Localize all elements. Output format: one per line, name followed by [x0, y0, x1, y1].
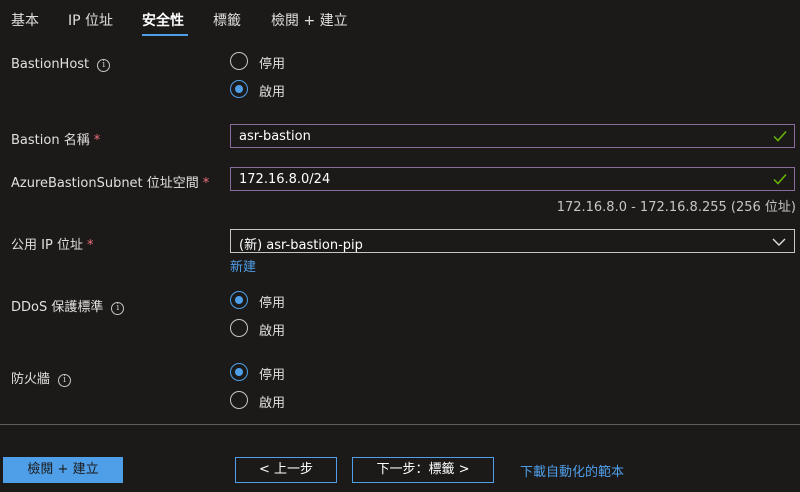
- required-mark: *: [86, 238, 94, 253]
- next-button[interactable]: 下一步：標籤 >: [352, 457, 494, 483]
- subnet-range-hint: 172.16.8.0 - 172.16.8.255 (256 位址): [556, 200, 796, 215]
- radio-label: 停用: [259, 296, 286, 311]
- info-icon[interactable]: i: [97, 59, 111, 72]
- bastion-name-input[interactable]: asr-bastion: [230, 124, 795, 148]
- bastion-name-value: asr-bastion: [239, 129, 311, 144]
- info-icon[interactable]: i: [111, 302, 125, 315]
- tab-ip-address[interactable]: IP 位址: [68, 10, 113, 30]
- ddos-label-row: DDoS 保護標準 i: [11, 296, 125, 315]
- tab-basics[interactable]: 基本: [11, 10, 39, 30]
- review-create-button[interactable]: 檢閱 + 建立: [3, 457, 123, 483]
- tab-bar: 基本 IP 位址 安全性 標籤 檢閱 + 建立: [0, 0, 800, 38]
- checkmark-icon: [773, 174, 787, 185]
- public-ip-select[interactable]: (新) asr-bastion-pip: [230, 229, 795, 253]
- required-mark: *: [202, 176, 210, 191]
- radio-label: 停用: [259, 368, 286, 383]
- bastion-name-label-row: Bastion 名稱 *: [11, 129, 100, 148]
- radio-circle: [230, 363, 248, 381]
- previous-button[interactable]: < 上一步: [235, 457, 337, 483]
- create-new-link[interactable]: 新建: [230, 256, 256, 275]
- radio-label: 啟用: [259, 396, 286, 411]
- firewall-label: 防火牆: [11, 372, 51, 387]
- radio-circle: [230, 291, 248, 309]
- bastion-host-label-row: BastionHost i: [11, 57, 111, 72]
- tab-security[interactable]: 安全性: [142, 10, 184, 30]
- bastion-subnet-value: 172.16.8.0/24: [239, 172, 331, 187]
- public-ip-label-row: 公用 IP 位址 *: [11, 234, 93, 253]
- bastion-host-label: BastionHost: [11, 57, 90, 72]
- public-ip-label: 公用 IP 位址: [11, 238, 83, 253]
- active-tab-indicator: [142, 34, 188, 36]
- radio-circle: [230, 80, 248, 98]
- radio-label: 停用: [259, 57, 286, 72]
- radio-circle: [230, 391, 248, 409]
- radio-circle: [230, 52, 248, 70]
- checkmark-icon: [773, 131, 787, 142]
- radio-circle: [230, 319, 248, 337]
- bastion-subnet-input[interactable]: 172.16.8.0/24: [230, 167, 795, 191]
- chevron-down-icon: [772, 238, 786, 246]
- bastion-subnet-label-row: AzureBastionSubnet 位址空間 *: [11, 172, 209, 191]
- ddos-label: DDoS 保護標準: [11, 300, 104, 315]
- firewall-label-row: 防火牆 i: [11, 368, 72, 387]
- bastion-name-label: Bastion 名稱: [11, 133, 90, 148]
- required-mark: *: [93, 133, 101, 148]
- tab-review-create[interactable]: 檢閱 + 建立: [271, 10, 348, 30]
- radio-label: 啟用: [259, 324, 286, 339]
- footer-divider: [0, 424, 800, 425]
- tab-tags[interactable]: 標籤: [213, 10, 241, 30]
- public-ip-selected-value: (新) asr-bastion-pip: [239, 238, 363, 253]
- download-template-link[interactable]: 下載自動化的範本: [520, 461, 624, 480]
- bastion-subnet-label: AzureBastionSubnet 位址空間: [11, 176, 199, 191]
- radio-label: 啟用: [259, 85, 286, 100]
- info-icon[interactable]: i: [58, 374, 72, 387]
